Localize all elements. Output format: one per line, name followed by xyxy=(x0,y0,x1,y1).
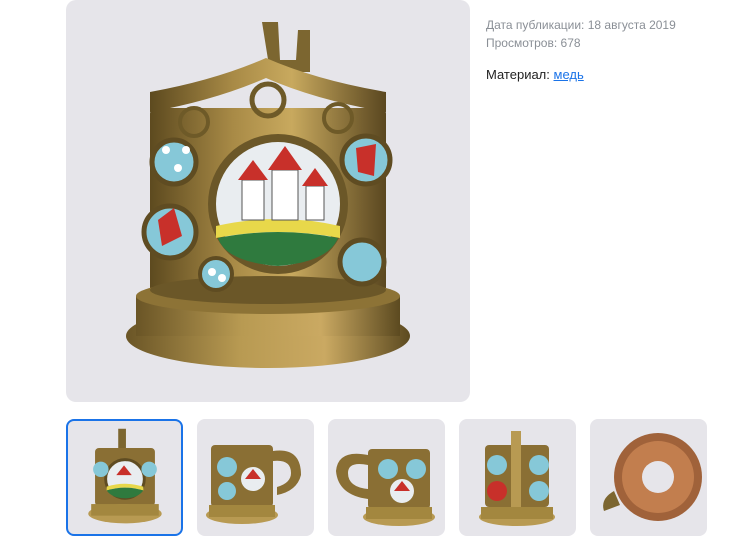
glass-holder-image xyxy=(126,22,410,368)
thumbnail-image-bottom xyxy=(603,433,702,521)
material-label: Материал: xyxy=(486,67,550,82)
publication-meta: Дата публикации: 18 августа 2019 Просмот… xyxy=(486,16,676,52)
published-date: Дата публикации: 18 августа 2019 xyxy=(486,16,676,34)
thumbnail-1[interactable] xyxy=(66,419,183,536)
thumbnail-4[interactable] xyxy=(459,419,576,536)
thumbnail-5[interactable] xyxy=(590,419,707,536)
thumbnail-2[interactable] xyxy=(197,419,314,536)
views-count: Просмотров: 678 xyxy=(486,34,676,52)
published-label: Дата публикации: xyxy=(486,18,585,32)
views-label: Просмотров: xyxy=(486,36,558,50)
material-info: Материал: медь xyxy=(486,67,584,82)
main-product-photo[interactable] xyxy=(66,0,470,402)
material-link[interactable]: медь xyxy=(554,67,584,82)
published-value: 18 августа 2019 xyxy=(587,18,676,32)
thumbnail-image-side-handle-left xyxy=(336,449,435,526)
thumbnail-3[interactable] xyxy=(328,419,445,536)
views-value: 678 xyxy=(560,36,581,50)
thumbnail-strip xyxy=(66,419,707,539)
thumbnail-image-back xyxy=(479,431,555,526)
thumbnail-image-side-handle-right xyxy=(206,445,301,524)
thumbnail-image-front xyxy=(88,428,162,524)
